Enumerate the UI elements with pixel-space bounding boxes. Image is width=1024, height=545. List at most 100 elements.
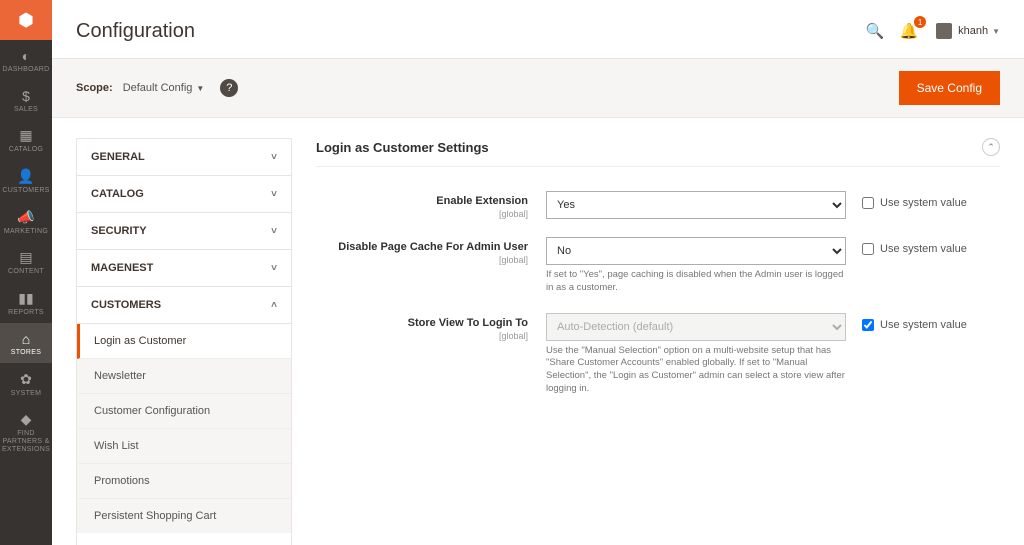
- rail-item-label: CONTENT: [0, 268, 52, 276]
- accordion-item-persistent-shopping-cart[interactable]: Persistent Shopping Cart: [77, 499, 291, 533]
- page-title: Configuration: [76, 20, 195, 43]
- field-scope: [global]: [316, 209, 528, 219]
- config-body: GENERAL ˅ CATALOG ˅ SECURITY ˅ MAGENEST ˅ CUSTOM…: [52, 118, 1024, 545]
- field-label: Store View To Login To: [316, 317, 528, 329]
- accordion-section-catalog[interactable]: CATALOG ˅: [77, 176, 291, 213]
- chevron-down-icon: ▼: [992, 27, 1000, 36]
- search-icon[interactable]: 🔍: [862, 18, 888, 44]
- rail-item-marketing[interactable]: 📣 MARKETING: [0, 201, 52, 242]
- row-store-view: Store View To Login To [global] Auto-Det…: [316, 313, 1000, 396]
- settings-form: Enable Extension [global] Yes Use system…: [316, 167, 1000, 396]
- collapse-icon[interactable]: ⌃: [982, 138, 1000, 156]
- accordion-section-label: SECURITY: [91, 225, 147, 237]
- field-scope: [global]: [316, 255, 528, 265]
- chevron-down-icon: ˅: [271, 226, 277, 237]
- accordion-section-sales[interactable]: SALES˅: [77, 533, 291, 545]
- use-system-enable-extension[interactable]: [862, 197, 874, 209]
- rail-item-label: REPORTS: [0, 309, 52, 317]
- magento-logo-icon: ⬢: [18, 10, 34, 31]
- scope-label: Scope:: [76, 82, 113, 94]
- avatar-icon: [936, 23, 952, 39]
- rail-item-label: SALES: [0, 106, 52, 114]
- marketing-icon: 📣: [0, 209, 52, 226]
- rail-item-stores[interactable]: ⌂ STORES: [0, 323, 52, 363]
- store-view-select: Auto-Detection (default): [546, 313, 846, 341]
- accordion-section-general[interactable]: GENERAL ˅: [77, 139, 291, 176]
- main-area: Configuration 🔍 🔔 1 khanh ▼ Scope: Defau…: [52, 0, 1024, 545]
- use-system-store-view[interactable]: [862, 319, 874, 331]
- stores-icon: ⌂: [0, 331, 52, 347]
- user-name: khanh: [958, 25, 988, 37]
- enable-extension-select[interactable]: Yes: [546, 191, 846, 219]
- chevron-up-icon: ˄: [271, 300, 277, 311]
- reports-icon: ▮▮: [0, 290, 52, 307]
- accordion-section-label: CUSTOMERS: [91, 299, 161, 311]
- user-menu[interactable]: khanh ▼: [936, 23, 1000, 39]
- system-icon: ✿: [0, 371, 52, 388]
- config-accordion: GENERAL ˅ CATALOG ˅ SECURITY ˅ MAGENEST ˅ CUSTOM…: [76, 138, 292, 545]
- sales-icon: $: [0, 88, 52, 104]
- rail-item-label: FIND PARTNERS & EXTENSIONS: [0, 430, 52, 453]
- disable-cache-select[interactable]: No: [546, 237, 846, 265]
- field-label: Enable Extension: [316, 195, 528, 207]
- accordion-item-customer-configuration[interactable]: Customer Configuration: [77, 394, 291, 429]
- rail-item-system[interactable]: ✿ SYSTEM: [0, 363, 52, 404]
- accordion-section-label: MAGENEST: [91, 262, 153, 274]
- accordion-section-security[interactable]: SECURITY ˅: [77, 213, 291, 250]
- rail-item-catalog[interactable]: ▦ CATALOG: [0, 119, 52, 160]
- rail-item-find-partners-extensions[interactable]: ◆ FIND PARTNERS & EXTENSIONS: [0, 403, 52, 459]
- use-system-label: Use system value: [880, 243, 967, 255]
- field-label: Disable Page Cache For Admin User: [316, 241, 528, 253]
- chevron-down-icon: ▼: [196, 84, 204, 93]
- rail-item-label: STORES: [0, 349, 52, 357]
- accordion-item-promotions[interactable]: Promotions: [77, 464, 291, 499]
- catalog-icon: ▦: [0, 127, 52, 144]
- rail-item-dashboard[interactable]: ◐ DASHBOARD: [0, 40, 52, 80]
- scope-value: Default Config: [123, 82, 193, 94]
- rail-item-sales[interactable]: $ SALES: [0, 80, 52, 120]
- rail-item-label: DASHBOARD: [0, 66, 52, 74]
- rail-item-reports[interactable]: ▮▮ REPORTS: [0, 282, 52, 323]
- find-partners-extensions-icon: ◆: [0, 411, 52, 428]
- accordion-item-login-as-customer[interactable]: Login as Customer: [77, 324, 291, 359]
- accordion-section-label: CATALOG: [91, 188, 144, 200]
- use-system-label: Use system value: [880, 197, 967, 209]
- content-icon: ▤: [0, 249, 52, 266]
- field-scope: [global]: [316, 331, 528, 341]
- notification-badge: 1: [914, 16, 926, 28]
- scope-bar: Scope: Default Config ▼ ? Save Config: [52, 59, 1024, 118]
- admin-rail: ⬢ ◐ DASHBOARD $ SALES ▦ CATALOG 👤 CUSTOMERS 📣 MAR…: [0, 0, 52, 545]
- use-system-label: Use system value: [880, 319, 967, 331]
- save-config-button[interactable]: Save Config: [899, 71, 1000, 105]
- use-system-disable-cache[interactable]: [862, 243, 874, 255]
- panel-header: Login as Customer Settings ⌃: [316, 138, 1000, 167]
- accordion-item-newsletter[interactable]: Newsletter: [77, 359, 291, 394]
- chevron-down-icon: ˅: [271, 263, 277, 274]
- panel-title: Login as Customer Settings: [316, 140, 489, 155]
- accordion-section-label: GENERAL: [91, 151, 145, 163]
- rail-item-label: CUSTOMERS: [0, 187, 52, 195]
- row-disable-cache: Disable Page Cache For Admin User [globa…: [316, 237, 1000, 295]
- rail-item-label: MARKETING: [0, 228, 52, 236]
- accordion-section-customers[interactable]: CUSTOMERS ˄: [77, 287, 291, 324]
- magento-logo[interactable]: ⬢: [0, 0, 52, 40]
- notifications-icon[interactable]: 🔔 1: [896, 18, 922, 44]
- field-note: If set to "Yes", page caching is disable…: [546, 269, 846, 295]
- accordion-subsection: Login as CustomerNewsletterCustomer Conf…: [77, 324, 291, 533]
- rail-item-label: CATALOG: [0, 146, 52, 154]
- rail-item-content[interactable]: ▤ CONTENT: [0, 241, 52, 282]
- chevron-down-icon: ˅: [271, 152, 277, 163]
- accordion-item-wish-list[interactable]: Wish List: [77, 429, 291, 464]
- customers-icon: 👤: [0, 168, 52, 185]
- scope-select[interactable]: Default Config ▼: [123, 82, 205, 94]
- chevron-down-icon: ˅: [271, 189, 277, 200]
- dashboard-icon: ◐: [0, 48, 52, 64]
- help-icon[interactable]: ?: [220, 79, 238, 97]
- accordion-section-magenest[interactable]: MAGENEST ˅: [77, 250, 291, 287]
- field-note: Use the "Manual Selection" option on a m…: [546, 345, 846, 396]
- row-enable-extension: Enable Extension [global] Yes Use system…: [316, 191, 1000, 219]
- rail-item-label: SYSTEM: [0, 390, 52, 398]
- page-header: Configuration 🔍 🔔 1 khanh ▼: [52, 0, 1024, 59]
- rail-item-customers[interactable]: 👤 CUSTOMERS: [0, 160, 52, 201]
- settings-panel: Login as Customer Settings ⌃ Enable Exte…: [316, 138, 1000, 545]
